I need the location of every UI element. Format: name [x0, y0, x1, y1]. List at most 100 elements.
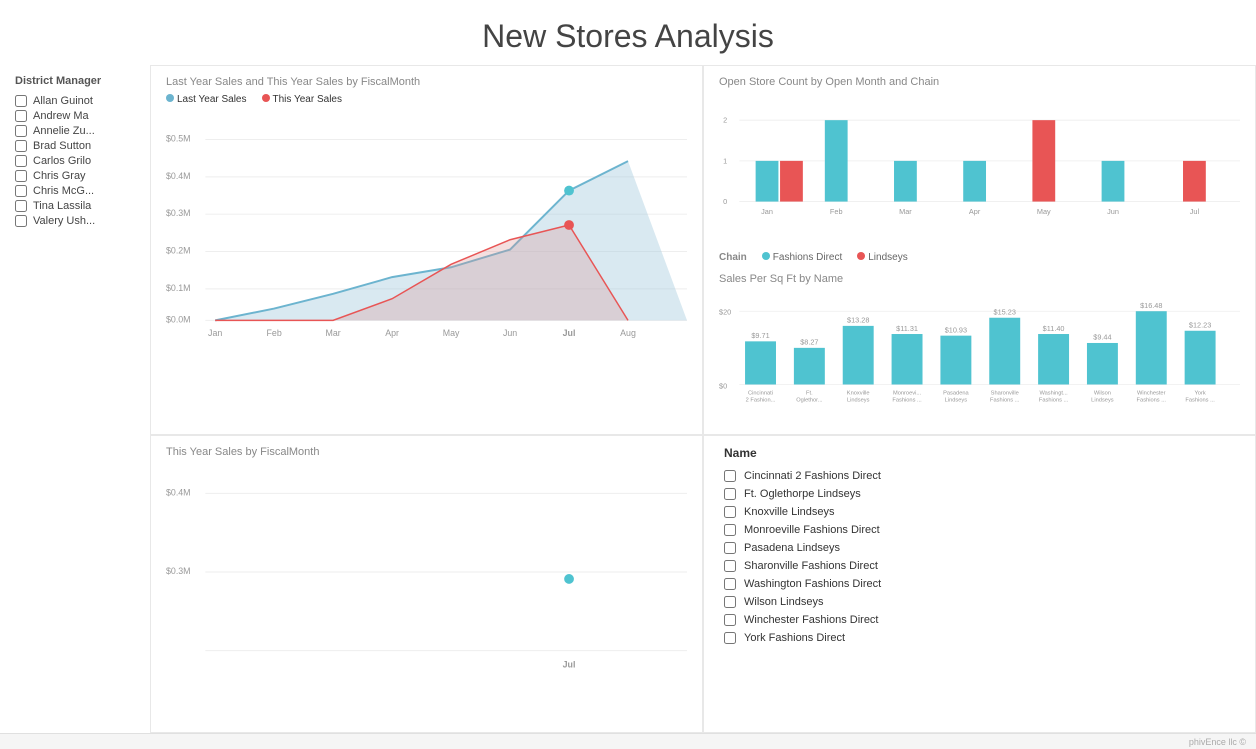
- legend-checkbox[interactable]: [724, 524, 736, 536]
- name-legend-item[interactable]: Sharonville Fashions Direct: [724, 560, 1235, 572]
- right-charts-panel: Open Store Count by Open Month and Chain…: [703, 65, 1256, 435]
- svg-text:Aug: Aug: [620, 328, 636, 338]
- legend-checkbox[interactable]: [724, 614, 736, 626]
- name-legend-item[interactable]: Knoxville Lindseys: [724, 506, 1235, 518]
- manager-item[interactable]: Allan Guinot: [15, 95, 135, 107]
- svg-text:Sharonville: Sharonville: [991, 390, 1019, 396]
- svg-text:Lindseys: Lindseys: [945, 398, 968, 404]
- fashions-direct-legend: Fashions Direct: [762, 252, 842, 263]
- svg-text:1: 1: [723, 156, 727, 165]
- svg-text:$0.3M: $0.3M: [166, 566, 191, 576]
- manager-checkbox[interactable]: [15, 185, 27, 197]
- this-year-legend: This Year Sales: [262, 94, 343, 105]
- svg-text:Feb: Feb: [267, 328, 282, 338]
- svg-text:Knoxville: Knoxville: [847, 390, 870, 396]
- manager-item[interactable]: Tina Lassila: [15, 200, 135, 212]
- sidebar-title: District Manager: [15, 75, 135, 87]
- last-year-legend: Last Year Sales: [166, 94, 247, 105]
- name-legend-item[interactable]: Monroeville Fashions Direct: [724, 524, 1235, 536]
- manager-checkbox[interactable]: [15, 200, 27, 212]
- manager-label: Carlos Grilo: [33, 155, 91, 167]
- manager-checkbox[interactable]: [15, 170, 27, 182]
- legend-checkbox[interactable]: [724, 560, 736, 572]
- svg-text:Jul: Jul: [1190, 207, 1200, 216]
- svg-text:$0.3M: $0.3M: [166, 208, 191, 218]
- name-legend-list: Cincinnati 2 Fashions Direct Ft. Oglethor…: [724, 470, 1235, 644]
- manager-item[interactable]: Brad Sutton: [15, 140, 135, 152]
- svg-text:Monroevi...: Monroevi...: [893, 390, 922, 396]
- name-legend-item[interactable]: Cincinnati 2 Fashions Direct: [724, 470, 1235, 482]
- legend-checkbox[interactable]: [724, 470, 736, 482]
- svg-text:Jul: Jul: [563, 328, 576, 338]
- line-chart-title: Last Year Sales and This Year Sales by F…: [166, 76, 687, 88]
- bottom-line-svg: $0.4M $0.3M Jul: [166, 464, 687, 684]
- manager-item[interactable]: Andrew Ma: [15, 110, 135, 122]
- content-grid: Last Year Sales and This Year Sales by F…: [150, 65, 1256, 733]
- name-legend-item[interactable]: Wilson Lindseys: [724, 596, 1235, 608]
- bottom-line-title: This Year Sales by FiscalMonth: [166, 446, 687, 458]
- manager-label: Annelie Zu...: [33, 125, 95, 137]
- name-legend-item[interactable]: Ft. Oglethorpe Lindseys: [724, 488, 1235, 500]
- svg-text:$8.27: $8.27: [800, 338, 818, 347]
- svg-text:$0.4M: $0.4M: [166, 487, 191, 497]
- manager-checkbox[interactable]: [15, 155, 27, 167]
- manager-item[interactable]: Annelie Zu...: [15, 125, 135, 137]
- manager-label: Brad Sutton: [33, 140, 91, 152]
- manager-checkbox[interactable]: [15, 125, 27, 137]
- bottom-line-panel: This Year Sales by FiscalMonth $0.4M $0.…: [150, 435, 703, 733]
- sqft-svg: $20 $0 $9.71 Cincinnati 2 Fashion... $8.: [719, 291, 1240, 421]
- legend-item-label: Wilson Lindseys: [744, 596, 823, 608]
- line-chart-panel: Last Year Sales and This Year Sales by F…: [150, 65, 703, 435]
- legend-checkbox[interactable]: [724, 578, 736, 590]
- svg-text:Fashions ...: Fashions ...: [1185, 398, 1215, 404]
- manager-item[interactable]: Carlos Grilo: [15, 155, 135, 167]
- chain-label: Chain: [719, 252, 747, 263]
- manager-checkbox[interactable]: [15, 215, 27, 227]
- manager-label: Andrew Ma: [33, 110, 89, 122]
- name-legend-item[interactable]: Winchester Fashions Direct: [724, 614, 1235, 626]
- svg-text:Fashions ...: Fashions ...: [1137, 398, 1167, 404]
- svg-text:$9.44: $9.44: [1093, 333, 1111, 342]
- svg-text:May: May: [443, 328, 460, 338]
- name-legend-title: Name: [724, 446, 1235, 460]
- name-legend-item[interactable]: Pasadena Lindseys: [724, 542, 1235, 554]
- manager-checkbox[interactable]: [15, 95, 27, 107]
- svg-text:2: 2: [723, 116, 727, 125]
- manager-label: Tina Lassila: [33, 200, 91, 212]
- svg-text:$0.5M: $0.5M: [166, 133, 191, 143]
- name-legend-item[interactable]: York Fashions Direct: [724, 632, 1235, 644]
- svg-text:Wilson: Wilson: [1094, 390, 1111, 396]
- svg-text:$0.0M: $0.0M: [166, 314, 191, 324]
- manager-item[interactable]: Valery Ush...: [15, 215, 135, 227]
- svg-text:Winchester: Winchester: [1137, 390, 1166, 396]
- legend-item-label: York Fashions Direct: [744, 632, 845, 644]
- legend-checkbox[interactable]: [724, 632, 736, 644]
- legend-checkbox[interactable]: [724, 488, 736, 500]
- legend-checkbox[interactable]: [724, 506, 736, 518]
- svg-text:Jul: Jul: [563, 659, 576, 669]
- name-legend-item[interactable]: Washington Fashions Direct: [724, 578, 1235, 590]
- manager-checkbox[interactable]: [15, 140, 27, 152]
- legend-item-label: Pasadena Lindseys: [744, 542, 840, 554]
- manager-item[interactable]: Chris McG...: [15, 185, 135, 197]
- legend-item-label: Ft. Oglethorpe Lindseys: [744, 488, 861, 500]
- manager-label: Allan Guinot: [33, 95, 93, 107]
- svg-text:Jun: Jun: [1107, 207, 1119, 216]
- svg-text:$0: $0: [719, 382, 727, 391]
- svg-text:$15.23: $15.23: [994, 307, 1016, 316]
- manager-checkbox[interactable]: [15, 110, 27, 122]
- svg-text:$9.71: $9.71: [751, 331, 769, 340]
- legend-checkbox[interactable]: [724, 596, 736, 608]
- svg-text:2 Fashion...: 2 Fashion...: [746, 398, 776, 404]
- legend-item-label: Knoxville Lindseys: [744, 506, 835, 518]
- svg-text:Jun: Jun: [503, 328, 517, 338]
- sqft-chart-title: Sales Per Sq Ft by Name: [719, 273, 1240, 285]
- manager-list: Allan Guinot Andrew Ma Annelie Zu... Brad S…: [15, 95, 135, 227]
- svg-text:$12.23: $12.23: [1189, 321, 1211, 330]
- legend-checkbox[interactable]: [724, 542, 736, 554]
- manager-item[interactable]: Chris Gray: [15, 170, 135, 182]
- svg-text:York: York: [1195, 390, 1206, 396]
- svg-text:Washingt...: Washingt...: [1039, 390, 1068, 396]
- name-legend-panel: Name Cincinnati 2 Fashions Direct Ft. Ogl…: [703, 435, 1256, 733]
- svg-text:Oglethor...: Oglethor...: [796, 398, 823, 404]
